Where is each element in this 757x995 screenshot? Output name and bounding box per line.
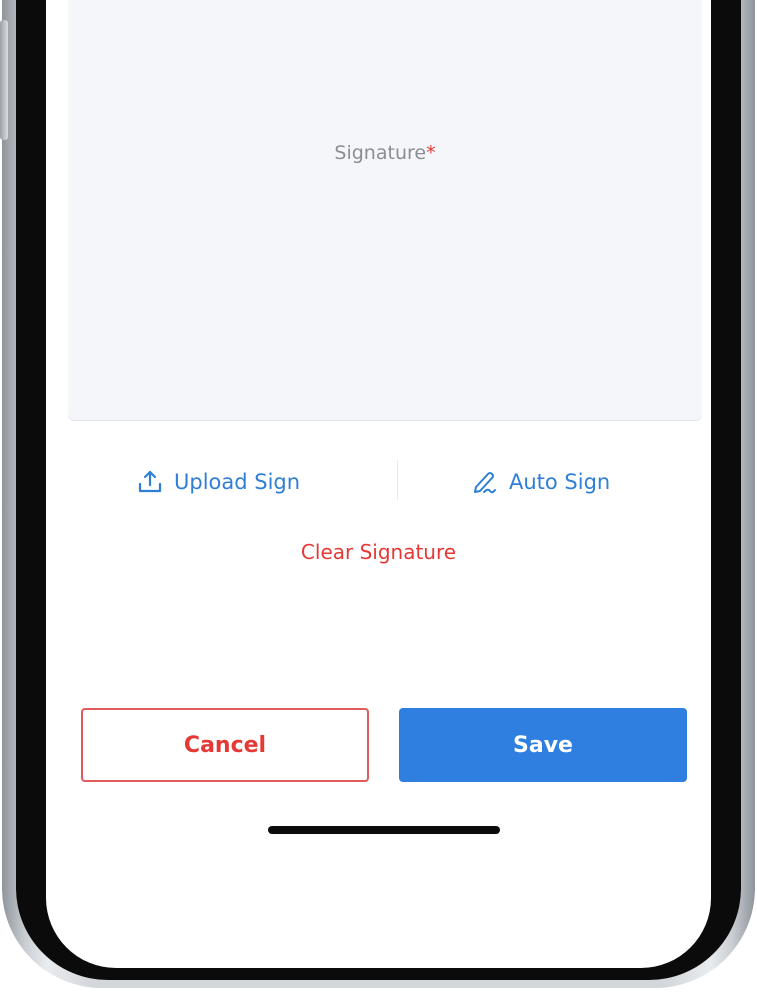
auto-sign-button[interactable]: Auto Sign bbox=[471, 462, 610, 502]
signature-actions: Upload Sign Auto Sign bbox=[46, 462, 711, 502]
signature-label: Signature* bbox=[68, 142, 702, 164]
upload-sign-label: Upload Sign bbox=[174, 470, 301, 494]
signature-pad[interactable]: Signature* bbox=[68, 0, 702, 420]
upload-sign-button[interactable]: Upload Sign bbox=[136, 462, 300, 502]
upload-icon bbox=[138, 470, 162, 493]
save-button[interactable]: Save bbox=[399, 708, 687, 782]
home-indicator bbox=[268, 826, 500, 834]
signature-label-text: Signature bbox=[334, 142, 427, 164]
clear-signature-link[interactable]: Clear Signature bbox=[46, 540, 711, 564]
device-screenshot: Signature* Upload Sign Auto Sign Clear S… bbox=[0, 0, 757, 995]
pen-signature-icon bbox=[474, 472, 496, 494]
required-asterisk: * bbox=[426, 142, 436, 164]
phone-screen: Signature* Upload Sign Auto Sign Clear S… bbox=[46, 0, 711, 968]
cancel-button[interactable]: Cancel bbox=[81, 708, 369, 782]
actions-divider bbox=[397, 460, 398, 500]
auto-sign-label: Auto Sign bbox=[509, 470, 611, 494]
side-button bbox=[0, 20, 8, 140]
